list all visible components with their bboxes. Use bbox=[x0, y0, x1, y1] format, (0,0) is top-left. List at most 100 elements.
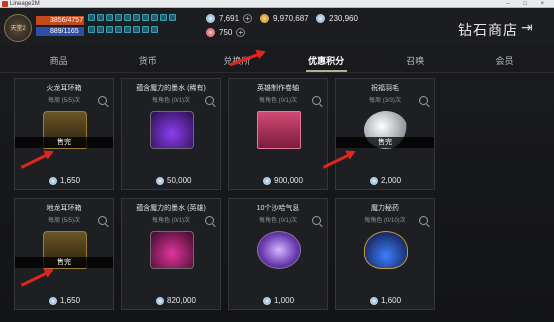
zoom-icon[interactable] bbox=[205, 216, 214, 225]
buff-icon[interactable] bbox=[88, 14, 95, 21]
zoom-icon[interactable] bbox=[419, 96, 428, 105]
item-name: 祝福羽毛 bbox=[371, 85, 399, 92]
crystal-icon bbox=[263, 176, 271, 185]
price-value: 1,650 bbox=[60, 176, 81, 185]
window-controls[interactable]: – □ × bbox=[506, 0, 550, 8]
zoom-icon[interactable] bbox=[98, 96, 107, 105]
tab-bar: 商品 货币 兑换所 优惠积分 召唤 会员 bbox=[14, 52, 549, 72]
price-value: 2,000 bbox=[381, 176, 402, 185]
item-card[interactable]: 火龙耳环箱 每周 (5/5)次 售完 1,650 bbox=[14, 78, 114, 190]
buff-icon[interactable] bbox=[142, 26, 149, 33]
buff-icon[interactable] bbox=[133, 26, 140, 33]
buff-icon[interactable] bbox=[151, 26, 158, 33]
window-title: Lineage2M bbox=[10, 1, 40, 7]
sold-out-badge: 售完 bbox=[15, 137, 113, 148]
item-card[interactable]: 英雄制作卷轴 每角色 (0/1)次 900,000 bbox=[228, 78, 328, 190]
sold-out-badge: 售完 bbox=[15, 257, 113, 268]
crystal-icon bbox=[49, 176, 57, 185]
buff-icon[interactable] bbox=[97, 14, 104, 21]
item-price: 1,600 bbox=[336, 296, 434, 305]
crystal-value: 230,960 bbox=[329, 14, 358, 23]
gold-icon bbox=[260, 14, 269, 23]
tab-membership[interactable]: 会员 bbox=[460, 52, 549, 72]
tab-discount-points[interactable]: 优惠积分 bbox=[282, 52, 371, 72]
diamond-value: 7,691 bbox=[219, 14, 240, 23]
item-price: 820,000 bbox=[122, 296, 220, 305]
item-card[interactable]: 10个沙哈气息 每角色 (0/1)次 1,000 bbox=[228, 198, 328, 310]
header: 天堂2 3856/4757 889/1165 7,691 + 750 + 9,9… bbox=[0, 8, 554, 46]
buff-icon[interactable] bbox=[133, 14, 140, 21]
item-card[interactable]: 地龙耳环箱 每周 (5/5)次 售完 1,650 bbox=[14, 198, 114, 310]
add-diamond-button[interactable]: + bbox=[243, 14, 253, 23]
ink-bottle-icon bbox=[150, 231, 194, 269]
crystal-gem-icon bbox=[257, 231, 301, 269]
buff-icon[interactable] bbox=[88, 26, 95, 33]
tab-summon[interactable]: 召唤 bbox=[371, 52, 460, 72]
zoom-icon[interactable] bbox=[312, 216, 321, 225]
crystal-icon bbox=[316, 14, 325, 23]
price-value: 1,000 bbox=[274, 296, 295, 305]
item-price: 1,650 bbox=[15, 296, 113, 305]
sold-out-badge: 售完 bbox=[336, 137, 434, 148]
buff-icon[interactable] bbox=[151, 14, 158, 21]
item-name: 10个沙哈气息 bbox=[256, 205, 300, 212]
buff-icon[interactable] bbox=[169, 14, 176, 21]
avatar[interactable]: 天堂2 bbox=[4, 14, 32, 42]
buff-icon[interactable] bbox=[106, 26, 113, 33]
window-titlebar: Lineage2M – □ × bbox=[0, 0, 554, 8]
red-diamond-icon bbox=[206, 28, 215, 37]
tab-currency[interactable]: 货币 bbox=[103, 52, 192, 72]
price-value: 1,600 bbox=[381, 296, 402, 305]
potion-icon bbox=[364, 231, 408, 269]
page-title: 钻石商店 bbox=[458, 22, 518, 38]
hp-bar: 3856/4757 bbox=[36, 16, 84, 25]
buff-icon[interactable] bbox=[115, 26, 122, 33]
price-value: 900,000 bbox=[274, 176, 303, 185]
exit-icon[interactable]: ⇥ bbox=[521, 19, 533, 36]
tab-products[interactable]: 商品 bbox=[14, 52, 103, 72]
item-name: 魔力秘药 bbox=[371, 205, 399, 212]
mp-bar: 889/1165 bbox=[36, 27, 84, 36]
app-icon bbox=[2, 1, 8, 7]
item-card[interactable]: 蕴含魔力的墨水 (稀有) 每角色 (0/1)次 50,000 bbox=[121, 78, 221, 190]
crystal-icon bbox=[49, 296, 57, 305]
zoom-icon[interactable] bbox=[205, 96, 214, 105]
item-name: 蕴含魔力的墨水 (稀有) bbox=[136, 85, 206, 92]
item-grid: 火龙耳环箱 每周 (5/5)次 售完 1,650 蕴含魔力的墨水 (稀有) 每角… bbox=[14, 78, 541, 310]
price-value: 50,000 bbox=[167, 176, 192, 185]
buff-icon[interactable] bbox=[160, 14, 167, 21]
item-price: 1,000 bbox=[229, 296, 327, 305]
diamond-icon bbox=[206, 14, 215, 23]
crystal-icon bbox=[370, 296, 378, 305]
gold-value: 9,970,687 bbox=[273, 14, 309, 23]
divider bbox=[0, 72, 554, 73]
item-card[interactable]: 祝福羽毛 每周 (3/3)次 售完 2,000 bbox=[335, 78, 435, 190]
crystal-icon bbox=[156, 176, 164, 185]
item-card[interactable]: 魔力秘药 每角色 (0/10)次 1,600 bbox=[335, 198, 435, 310]
buff-icon[interactable] bbox=[124, 14, 131, 21]
ink-bottle-icon bbox=[150, 111, 194, 149]
zoom-icon[interactable] bbox=[312, 96, 321, 105]
crystal-icon bbox=[263, 296, 271, 305]
currency-red-diamond: 750 + bbox=[206, 28, 246, 37]
price-value: 820,000 bbox=[167, 296, 196, 305]
item-name: 地龙耳环箱 bbox=[46, 205, 82, 212]
buff-icon[interactable] bbox=[115, 14, 122, 21]
scroll-icon bbox=[257, 111, 301, 149]
buff-icon[interactable] bbox=[142, 14, 149, 21]
item-price: 2,000 bbox=[336, 176, 434, 185]
buff-icon[interactable] bbox=[106, 14, 113, 21]
price-value: 1,650 bbox=[60, 296, 81, 305]
zoom-icon[interactable] bbox=[419, 216, 428, 225]
item-card[interactable]: 蕴含魔力的墨水 (英雄) 每角色 (0/1)次 820,000 bbox=[121, 198, 221, 310]
buff-icon[interactable] bbox=[124, 26, 131, 33]
add-red-diamond-button[interactable]: + bbox=[236, 28, 246, 37]
crystal-icon bbox=[370, 176, 378, 185]
buff-icons bbox=[88, 14, 184, 38]
item-name: 蕴含魔力的墨水 (英雄) bbox=[136, 205, 206, 212]
item-price: 900,000 bbox=[229, 176, 327, 185]
buff-icon[interactable] bbox=[97, 26, 104, 33]
currency-crystal: 230,960 bbox=[316, 14, 358, 23]
currency-gold: 9,970,687 bbox=[260, 14, 309, 23]
zoom-icon[interactable] bbox=[98, 216, 107, 225]
